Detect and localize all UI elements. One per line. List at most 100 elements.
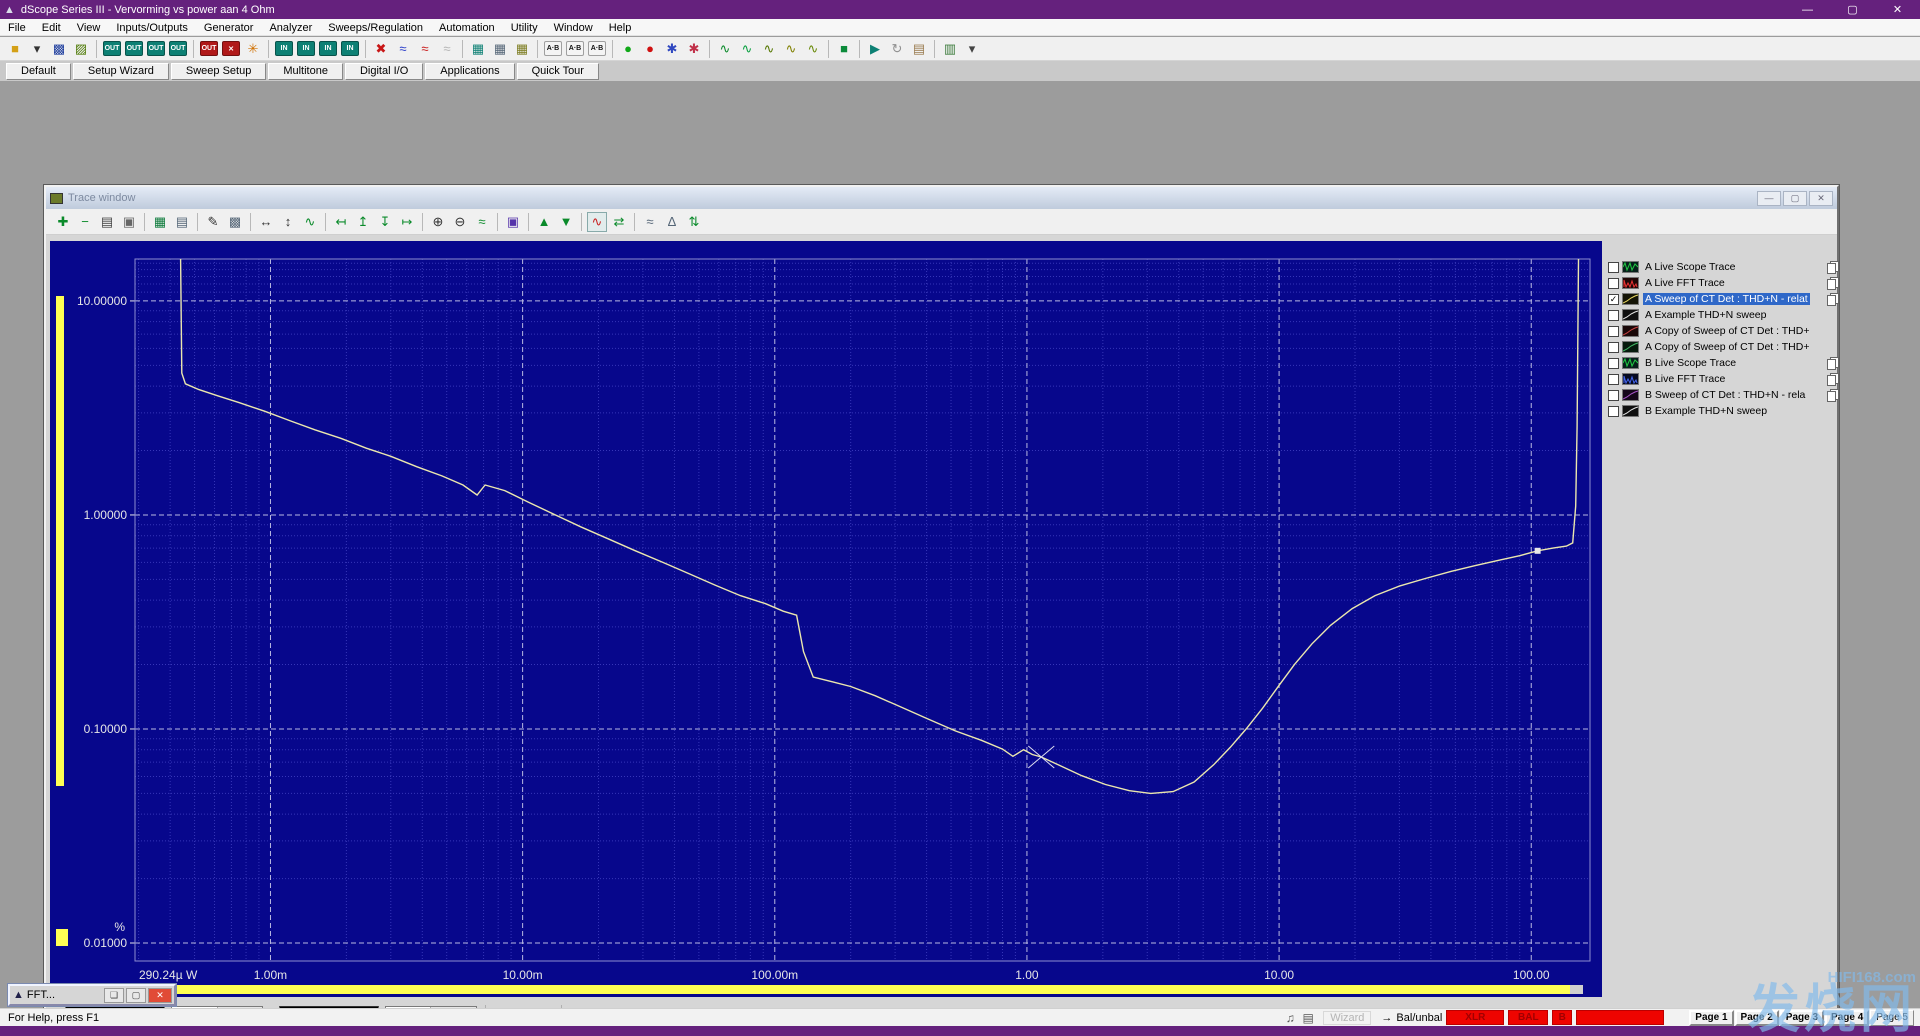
open-dropdown-icon[interactable]: ▾	[27, 39, 47, 59]
zoom-in-icon[interactable]: ⊕	[428, 212, 448, 232]
copy-trace-icon[interactable]: ▣	[119, 212, 139, 232]
save-button[interactable]: ▩	[49, 39, 69, 59]
limits-icon[interactable]: Δ	[662, 212, 682, 232]
trace-list-item[interactable]: B Live Scope Trace	[1606, 355, 1839, 371]
stop-button[interactable]: ●	[640, 39, 660, 59]
trace-checkbox[interactable]	[1608, 326, 1619, 337]
page-button-page-1[interactable]: Page 1	[1689, 1010, 1733, 1026]
page-button-page-4[interactable]: Page 4	[1825, 1010, 1869, 1026]
window-menu-button[interactable]: ▢	[126, 988, 146, 1003]
trace-list-item[interactable]: A Copy of Sweep of CT Det : THD+	[1606, 323, 1839, 339]
trace-down-icon[interactable]: ▼	[556, 212, 576, 232]
cursor-trace-icon[interactable]: ∿	[587, 212, 607, 232]
report-icon[interactable]: ▥	[940, 39, 960, 59]
x-range-bar-cap[interactable]	[1570, 985, 1583, 994]
minimize-button[interactable]: —	[1785, 0, 1830, 19]
analyzer-in-3-icon[interactable]: IN	[318, 39, 338, 59]
trace-list-item[interactable]: B Sweep of CT Det : THD+N - rela	[1606, 387, 1839, 403]
remove-trace-icon[interactable]: −	[75, 212, 95, 232]
maximize-button[interactable]: ▢	[1830, 0, 1875, 19]
fit-y-icon[interactable]: ↕	[278, 212, 298, 232]
wizard-button[interactable]: Wizard	[1323, 1011, 1371, 1025]
menu-utility[interactable]: Utility	[503, 20, 546, 35]
scope-cross-icon[interactable]: ✖	[371, 39, 391, 59]
sweep-point-marker[interactable]	[1535, 548, 1541, 554]
copy-icon[interactable]	[1827, 373, 1839, 385]
sweep-add-icon[interactable]: ∿	[803, 39, 823, 59]
copy-icon[interactable]	[1827, 389, 1839, 401]
tab-sweep-setup[interactable]: Sweep Setup	[171, 63, 266, 80]
generator-out-1-icon[interactable]: OUT	[102, 39, 122, 59]
polyline-icon[interactable]: ∿	[300, 212, 320, 232]
menu-inputs-outputs[interactable]: Inputs/Outputs	[108, 20, 196, 35]
wave-off-icon[interactable]: ≈	[415, 39, 435, 59]
tab-default[interactable]: Default	[6, 63, 71, 80]
trace-checkbox[interactable]	[1608, 262, 1619, 273]
minimized-fft-window[interactable]: ▲ FFT... ❏ ▢ ✕	[8, 984, 176, 1006]
trace-window-icon[interactable]: ■	[834, 39, 854, 59]
export-setup-button[interactable]: ▨	[71, 39, 91, 59]
smooth-trace-icon[interactable]: ≈	[640, 212, 660, 232]
menu-help[interactable]: Help	[601, 20, 640, 35]
trace-list-item[interactable]: A Copy of Sweep of CT Det : THD+	[1606, 339, 1839, 355]
wave-disabled-icon[interactable]: ≈	[437, 39, 457, 59]
monitor-in-icon[interactable]: ▦	[468, 39, 488, 59]
zoom-out-icon[interactable]: ⊖	[450, 212, 470, 232]
close-fft-button[interactable]: ✕	[148, 988, 172, 1003]
tab-applications[interactable]: Applications	[425, 63, 514, 80]
trace-minimize-button[interactable]: —	[1757, 191, 1781, 206]
copy-icon[interactable]	[1827, 357, 1839, 369]
menu-sweeps-regulation[interactable]: Sweeps/Regulation	[320, 20, 431, 35]
chart-canvas[interactable]: 10.000001.000000.100000.01000%290.24µ W1…	[50, 241, 1602, 997]
trace-up-icon[interactable]: ▲	[534, 212, 554, 232]
menu-generator[interactable]: Generator	[196, 20, 262, 35]
close-button[interactable]: ✕	[1875, 0, 1920, 19]
sweep-1-icon[interactable]: ∿	[715, 39, 735, 59]
trace-window-titlebar[interactable]: Trace window — ▢ ✕	[46, 187, 1837, 209]
page-button-page-3[interactable]: Page 3	[1780, 1010, 1824, 1026]
trace-list-item[interactable]: A Live FFT Trace	[1606, 275, 1839, 291]
route-ab-2-icon[interactable]: A·B	[565, 39, 585, 59]
copy-icon[interactable]	[1827, 293, 1839, 305]
generator-out-3-icon[interactable]: OUT	[146, 39, 166, 59]
tab-multitone[interactable]: Multitone	[268, 63, 343, 80]
route-ab-3-icon[interactable]: A·B	[587, 39, 607, 59]
open-button[interactable]: ■	[5, 39, 25, 59]
menu-automation[interactable]: Automation	[431, 20, 503, 35]
annotation-icon[interactable]: ▣	[503, 212, 523, 232]
copy-icon[interactable]	[1827, 277, 1839, 289]
menu-analyzer[interactable]: Analyzer	[261, 20, 320, 35]
route-ab-1-icon[interactable]: A·B	[543, 39, 563, 59]
generator-burst-icon[interactable]: ✳	[243, 39, 263, 59]
script-run-icon[interactable]: ✱	[662, 39, 682, 59]
export-traces-icon[interactable]: ▤	[97, 212, 117, 232]
report-dropdown-icon[interactable]: ▾	[962, 39, 982, 59]
trace-checkbox[interactable]	[1608, 390, 1619, 401]
generator-wave-out-icon[interactable]: OUT	[199, 39, 219, 59]
keyboard-icon[interactable]: ▤	[1299, 1011, 1317, 1025]
pan-left-icon[interactable]: ↤	[331, 212, 351, 232]
pan-right-icon[interactable]: ↦	[397, 212, 417, 232]
restore-button[interactable]: ❏	[104, 988, 124, 1003]
page-button-page-5[interactable]: Page 5	[1870, 1010, 1914, 1026]
trace-list-item[interactable]: B Example THD+N sweep	[1606, 403, 1839, 419]
trace-checkbox[interactable]	[1608, 406, 1619, 417]
sound-icon[interactable]: ♫	[1281, 1011, 1299, 1025]
trace-list-item[interactable]: A Live Scope Trace	[1606, 259, 1839, 275]
pan-down-icon[interactable]: ↧	[375, 212, 395, 232]
copy-icon[interactable]	[1827, 261, 1839, 273]
generator-out-4-icon[interactable]: OUT	[168, 39, 188, 59]
run-button[interactable]: ●	[618, 39, 638, 59]
analyzer-in-1-icon[interactable]: IN	[274, 39, 294, 59]
load-settings-icon[interactable]: ▶	[865, 39, 885, 59]
page-button-page-2[interactable]: Page 2	[1735, 1010, 1779, 1026]
edit-chart-icon[interactable]: ✎	[203, 212, 223, 232]
view-thumbnails-icon[interactable]: ▦	[150, 212, 170, 232]
sweep-3-icon[interactable]: ∿	[759, 39, 779, 59]
pan-up-icon[interactable]: ↥	[353, 212, 373, 232]
trace-checkbox[interactable]	[1608, 358, 1619, 369]
trace-close-button[interactable]: ✕	[1809, 191, 1833, 206]
monitor-ref-icon[interactable]: ▦	[490, 39, 510, 59]
link-cursors-icon[interactable]: ⇄	[609, 212, 629, 232]
trace-checkbox[interactable]	[1608, 374, 1619, 385]
